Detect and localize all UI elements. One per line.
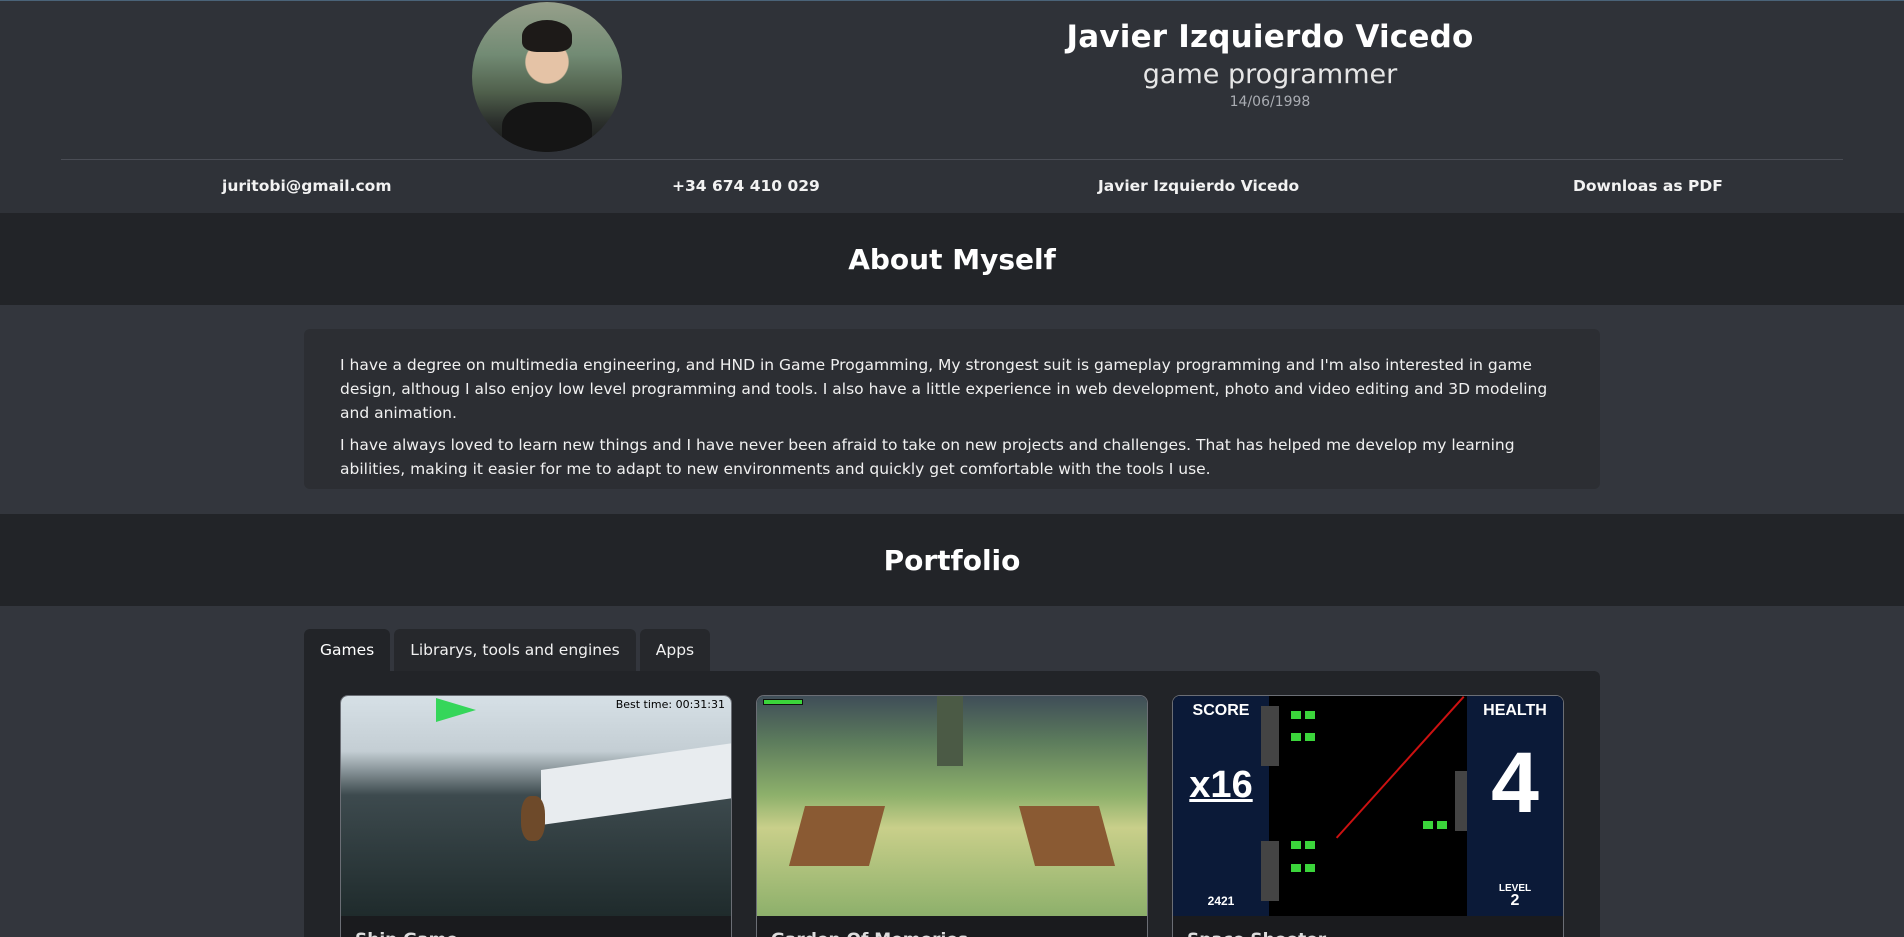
boat-icon: [521, 796, 545, 841]
profile-birthdate: 14/06/1998: [1229, 94, 1311, 110]
portfolio-panel: Best time: 00:31:31 Ship Game Garden Of …: [304, 671, 1600, 937]
project-card-ship-game[interactable]: Best time: 00:31:31 Ship Game: [340, 695, 732, 937]
project-card-space-shooter[interactable]: SCORE x16 2421 HEALTH 4 LEVEL 2: [1172, 695, 1564, 937]
enemy-icon: [1291, 711, 1301, 719]
download-pdf-link[interactable]: Downloas as PDF: [1573, 177, 1723, 195]
profile-photo: [472, 2, 622, 152]
about-card: I have a degree on multimedia engineerin…: [304, 329, 1600, 489]
profile-name: Javier Izquierdo Vicedo: [1066, 19, 1474, 55]
health-bar: [763, 699, 803, 705]
project-caption: Ship Game: [341, 916, 731, 937]
about-paragraph-2: I have always loved to learn new things …: [340, 436, 1515, 478]
thumbnail-bench: [1018, 806, 1116, 866]
project-caption: Space Shooter: [1173, 916, 1563, 937]
enemy-icon: [1423, 821, 1433, 829]
health-value: 4: [1491, 735, 1539, 831]
enemy-icon: [1305, 733, 1315, 741]
about-section: I have a degree on multimedia engineerin…: [0, 305, 1904, 514]
enemy-icon: [1437, 821, 1447, 829]
name-block: Javier Izquierdo Vicedo game programmer …: [1000, 19, 1540, 110]
email-link[interactable]: juritobi@gmail.com: [222, 177, 391, 195]
tab-libraries-tools-engines[interactable]: Librarys, tools and engines: [394, 629, 636, 671]
health-label: HEALTH: [1483, 702, 1547, 719]
about-title: About Myself: [848, 242, 1056, 276]
about-paragraph-1: I have a degree on multimedia engineerin…: [340, 356, 1548, 422]
portfolio-title: Portfolio: [883, 543, 1021, 577]
portfolio-section: Games Librarys, tools and engines Apps B…: [0, 606, 1904, 937]
thumbnail-tower: [937, 696, 963, 766]
profile-photo-shirt: [502, 102, 592, 152]
laser-beam: [1335, 696, 1465, 839]
profile-photo-hair: [522, 20, 572, 52]
header-divider: [61, 159, 1843, 160]
score-panel: SCORE x16 2421: [1173, 696, 1269, 916]
profile-role: game programmer: [1142, 59, 1398, 90]
portfolio-tabs: Games Librarys, tools and engines Apps: [304, 629, 711, 671]
linkedin-link[interactable]: Javier Izquierdo Vicedo: [1098, 177, 1299, 195]
enemy-icon: [1291, 841, 1301, 849]
project-card-garden[interactable]: Garden Of Memories: [756, 695, 1148, 937]
enemy-icon: [1291, 864, 1301, 872]
level-value: 2: [1510, 892, 1520, 909]
tab-apps[interactable]: Apps: [639, 629, 711, 671]
thumbnail-pad: [1261, 706, 1279, 766]
score-label: SCORE: [1192, 702, 1250, 719]
tab-games[interactable]: Games: [304, 629, 391, 671]
best-time-label: Best time: 00:31:31: [615, 698, 725, 711]
thumbnail-wall: [541, 741, 731, 826]
thumbnail-bench: [788, 806, 886, 866]
health-panel: HEALTH 4 LEVEL 2: [1467, 696, 1563, 916]
enemy-icon: [1291, 733, 1301, 741]
profile-header: Javier Izquierdo Vicedo game programmer …: [0, 1, 1904, 213]
flag-icon: [436, 698, 476, 722]
enemy-icon: [1305, 711, 1315, 719]
portfolio-section-header: Portfolio: [0, 514, 1904, 606]
project-thumbnail: [757, 696, 1147, 916]
thumbnail-pad: [1261, 841, 1279, 901]
score-value: 2421: [1207, 894, 1235, 908]
project-caption: Garden Of Memories: [757, 916, 1147, 937]
multiplier-value: x16: [1189, 764, 1253, 806]
project-thumbnail: Best time: 00:31:31: [341, 696, 731, 916]
enemy-icon: [1305, 841, 1315, 849]
about-section-header: About Myself: [0, 213, 1904, 305]
project-thumbnail: SCORE x16 2421 HEALTH 4 LEVEL 2: [1173, 696, 1563, 916]
enemy-icon: [1305, 864, 1315, 872]
phone-link[interactable]: +34 674 410 029: [672, 177, 820, 195]
